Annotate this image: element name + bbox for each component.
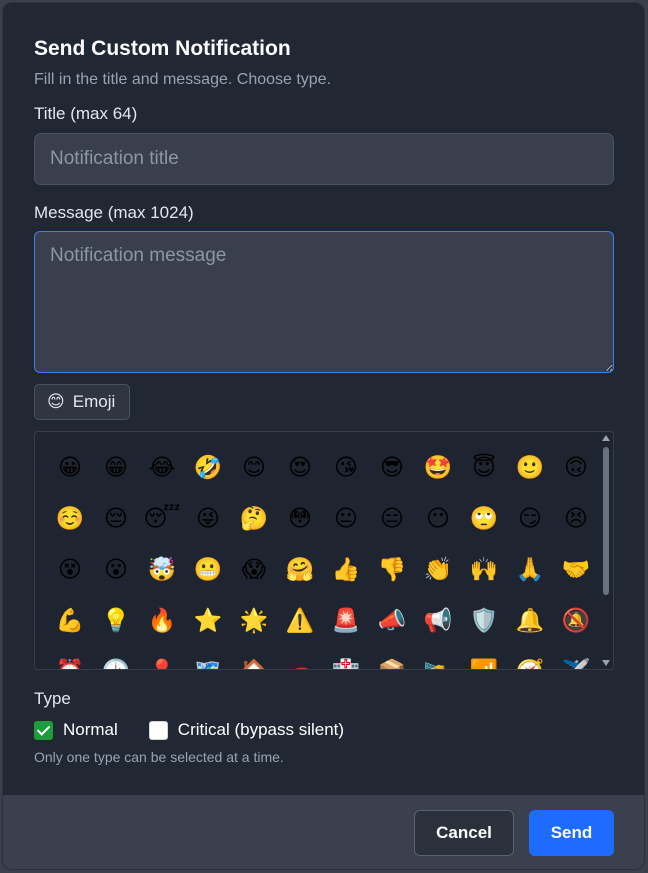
emoji-cell[interactable]: 😳 — [277, 493, 323, 544]
emoji-cell[interactable]: 💪 — [47, 595, 93, 646]
emoji-cell[interactable]: 😬 — [185, 544, 231, 595]
emoji-cell[interactable]: 😁 — [93, 442, 139, 493]
emoji-cell[interactable]: 😑 — [369, 493, 415, 544]
emoji-cell[interactable]: 🌟 — [231, 595, 277, 646]
emoji-cell[interactable]: 😎 — [369, 442, 415, 493]
emoji-cell[interactable]: 😣 — [553, 493, 599, 544]
emoji-cell[interactable]: 😍 — [277, 442, 323, 493]
emoji-cell[interactable]: 📍 — [139, 646, 185, 669]
emoji-cell[interactable]: 😐 — [323, 493, 369, 544]
emoji-cell[interactable]: ✈️ — [553, 646, 599, 669]
normal-checkbox[interactable] — [34, 720, 53, 740]
scrollbar-thumb[interactable] — [603, 447, 609, 595]
emoji-button-label: Emoji — [72, 392, 116, 411]
emoji-cell[interactable]: 😶 — [415, 493, 461, 544]
emoji-cell[interactable]: 🚨 — [323, 595, 369, 646]
emoji-cell[interactable]: 😮 — [93, 544, 139, 595]
emoji-cell[interactable]: 😵 — [47, 544, 93, 595]
emoji-cell[interactable]: ⭐ — [185, 595, 231, 646]
emoji-cell[interactable]: 😘 — [323, 442, 369, 493]
emoji-cell[interactable]: 📦 — [369, 646, 415, 669]
critical-checkbox[interactable] — [148, 720, 168, 740]
dialog-content: Send Custom Notification Fill in the tit… — [3, 3, 644, 765]
emoji-cell[interactable]: 🤯 — [139, 544, 185, 595]
emoji-cell[interactable]: 😔 — [93, 493, 139, 544]
normal-option-label[interactable]: Normal — [63, 720, 118, 740]
message-textarea[interactable] — [34, 231, 614, 373]
emoji-cell[interactable]: 😴 — [139, 493, 185, 544]
emoji-cell[interactable]: 🔔 — [507, 595, 553, 646]
title-input[interactable] — [34, 133, 614, 185]
emoji-cell[interactable]: 📶 — [461, 646, 507, 669]
scroll-up-arrow-icon[interactable] — [602, 435, 610, 441]
emoji-cell[interactable]: 🙏 — [507, 544, 553, 595]
emoji-cell[interactable]: 🗺️ — [185, 646, 231, 669]
title-label: Title (max 64) — [34, 104, 138, 123]
emoji-cell[interactable]: 🙂 — [507, 442, 553, 493]
emoji-cell[interactable]: 🤩 — [415, 442, 461, 493]
emoji-cell[interactable]: 👏 — [415, 544, 461, 595]
emoji-cell[interactable]: 🙌 — [461, 544, 507, 595]
dialog-title: Send Custom Notification — [34, 37, 291, 60]
emoji-cell[interactable]: ☺️ — [47, 493, 93, 544]
emoji-cell[interactable]: 😇 — [461, 442, 507, 493]
type-label: Type — [34, 689, 71, 708]
emoji-cell[interactable]: ⚠️ — [277, 595, 323, 646]
emoji-cell[interactable]: 😂 — [139, 442, 185, 493]
dialog-subtitle: Fill in the title and message. Choose ty… — [34, 71, 332, 88]
emoji-cell[interactable]: 🏠 — [231, 646, 277, 669]
emoji-cell[interactable]: 🔕 — [553, 595, 599, 646]
scroll-down-arrow-icon[interactable] — [602, 660, 610, 666]
emoji-cell[interactable]: 😜 — [185, 493, 231, 544]
emoji-cell[interactable]: 🙄 — [461, 493, 507, 544]
emoji-button[interactable]: 😊 Emoji — [34, 384, 130, 420]
emoji-cell[interactable]: 🧭 — [507, 646, 553, 669]
emoji-cell[interactable]: 😏 — [507, 493, 553, 544]
type-options: Normal Critical (bypass silent) — [34, 718, 613, 742]
emoji-cell[interactable]: 🚗 — [277, 646, 323, 669]
send-notification-dialog: Send Custom Notification Fill in the tit… — [3, 3, 644, 869]
emoji-cell[interactable]: 🛰️ — [415, 646, 461, 669]
emoji-cell[interactable]: 🤗 — [277, 544, 323, 595]
emoji-grid: 😀 😁 😂 🤣 😊 😍 😘 😎 🤩 😇 🙂 🙃 ☺️ 😔 😴 😜 🤔 😳 😐 😑 😶 🙄 😏 😣 😵 😮 🤯 😬 😱 🤗 👍 👎 👏 🙌 🙏 🤝 💪 💡 🔥… — [47, 442, 602, 669]
emoji-cell[interactable]: 🤣 — [185, 442, 231, 493]
emoji-cell[interactable]: 💡 — [93, 595, 139, 646]
type-hint: Only one type can be selected at a time. — [34, 749, 284, 765]
emoji-cell[interactable]: 🤔 — [231, 493, 277, 544]
emoji-cell[interactable]: 📢 — [415, 595, 461, 646]
dialog-footer: Cancel Send — [3, 795, 644, 869]
emoji-cell[interactable]: 👎 — [369, 544, 415, 595]
cancel-button[interactable]: Cancel — [414, 810, 514, 856]
emoji-cell[interactable]: 🔥 — [139, 595, 185, 646]
emoji-picker-scrollbar[interactable] — [599, 432, 613, 669]
emoji-cell[interactable]: 🕑 — [93, 646, 139, 669]
smiley-icon: 😊 — [47, 392, 65, 411]
emoji-cell[interactable]: 👍 — [323, 544, 369, 595]
emoji-picker: 😀 😁 😂 🤣 😊 😍 😘 😎 🤩 😇 🙂 🙃 ☺️ 😔 😴 😜 🤔 😳 😐 😑 😶 🙄 😏 😣 😵 😮 🤯 😬 😱 🤗 👍 👎 👏 🙌 🙏 🤝 💪 💡 🔥… — [34, 431, 614, 670]
critical-option-label[interactable]: Critical (bypass silent) — [178, 720, 344, 740]
emoji-cell[interactable]: ⏰ — [47, 646, 93, 669]
emoji-cell[interactable]: 📣 — [369, 595, 415, 646]
send-button[interactable]: Send — [529, 810, 614, 856]
emoji-cell[interactable]: 🛡️ — [461, 595, 507, 646]
emoji-cell[interactable]: 😊 — [231, 442, 277, 493]
message-label: Message (max 1024) — [34, 203, 194, 222]
emoji-cell[interactable]: 😀 — [47, 442, 93, 493]
emoji-cell[interactable]: 🙃 — [553, 442, 599, 493]
emoji-cell[interactable]: 😱 — [231, 544, 277, 595]
emoji-cell[interactable]: 🏥 — [323, 646, 369, 669]
emoji-cell[interactable]: 🤝 — [553, 544, 599, 595]
